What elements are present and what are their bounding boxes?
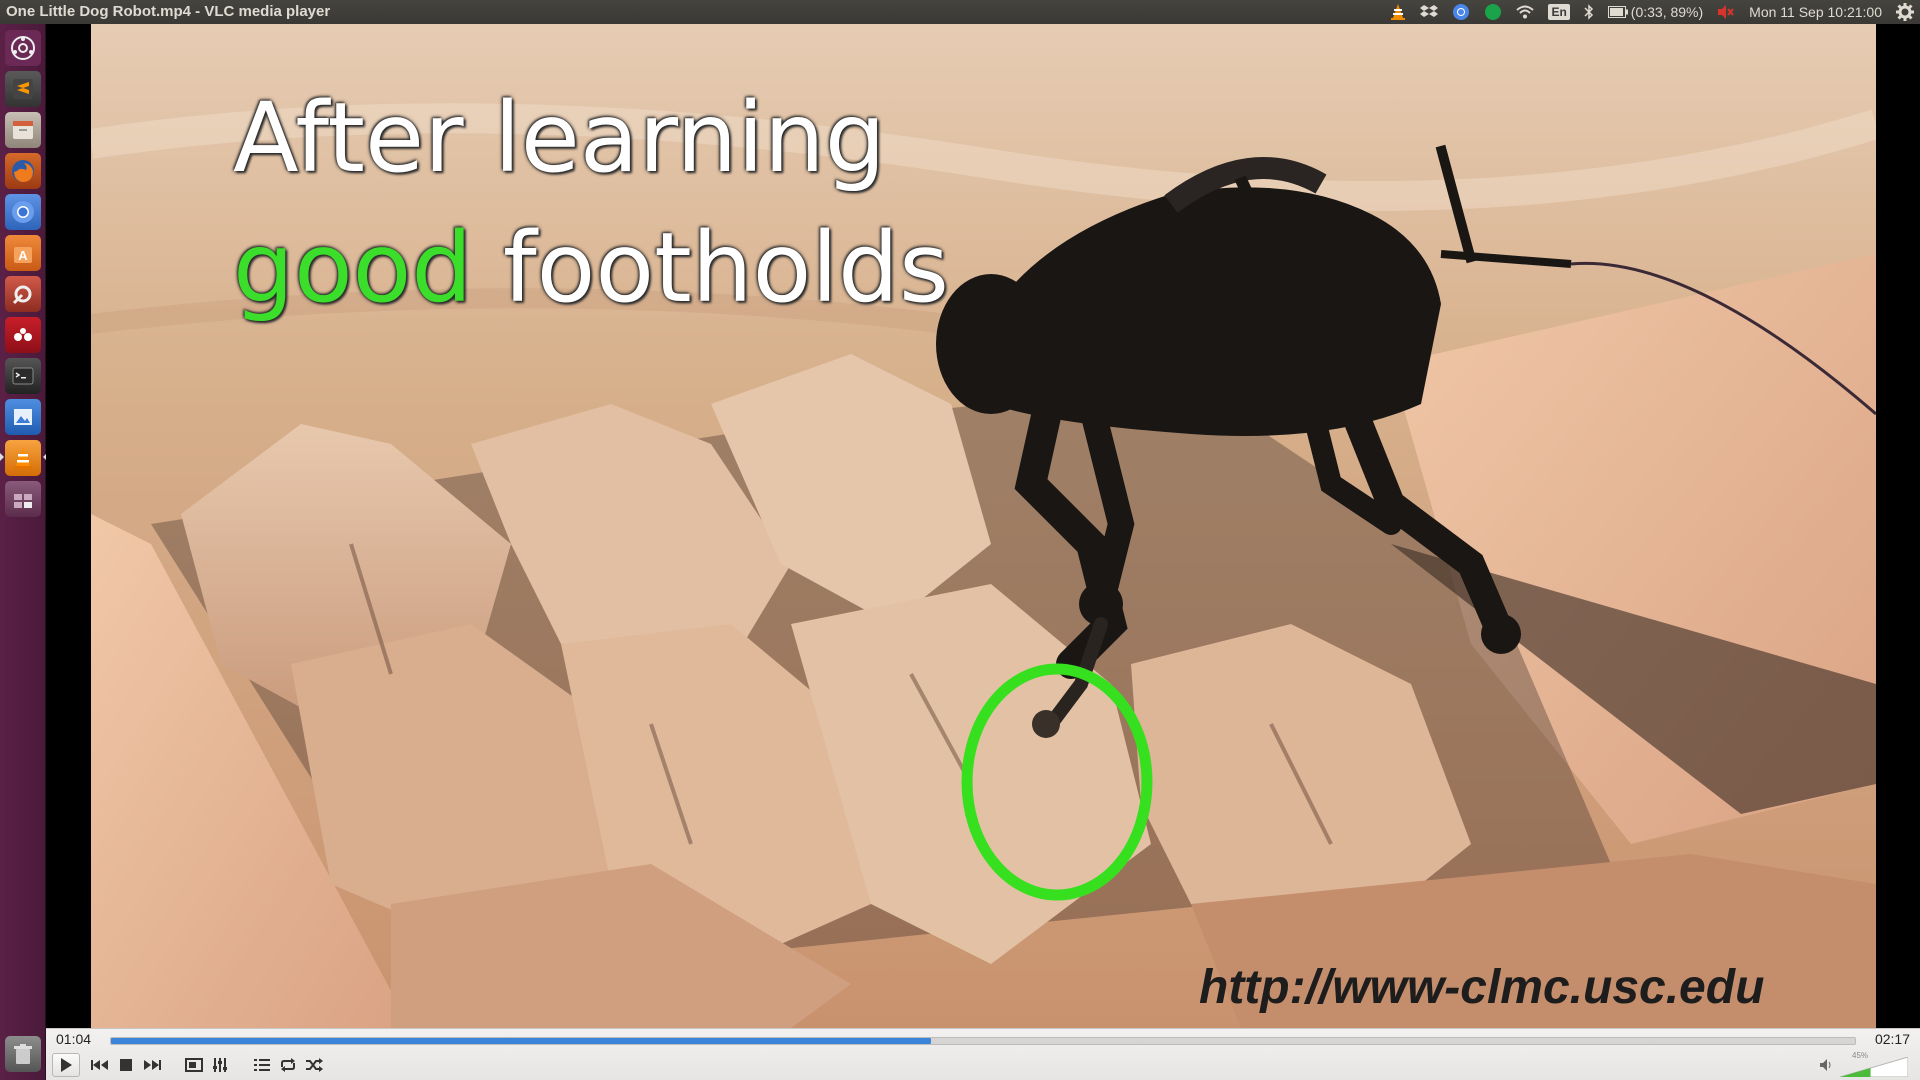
volume-control[interactable]: 45% bbox=[1820, 1051, 1910, 1079]
vlc-icon[interactable] bbox=[5, 440, 41, 476]
time-total[interactable]: 02:17 bbox=[1875, 1031, 1910, 1047]
bluetooth-icon[interactable] bbox=[1584, 0, 1594, 24]
seek-slider[interactable] bbox=[110, 1037, 1856, 1045]
video-surface[interactable]: After learning good footholds http://www… bbox=[46, 24, 1920, 1028]
caption-highlight-word: good bbox=[233, 212, 473, 324]
caption-rest: footholds bbox=[472, 212, 949, 324]
skip-previous-icon bbox=[91, 1060, 108, 1070]
top-panel: One Little Dog Robot.mp4 - VLC media pla… bbox=[0, 0, 1920, 24]
battery-label: (0:33, 89%) bbox=[1630, 4, 1704, 20]
battery-indicator[interactable]: (0:33, 89%) bbox=[1607, 0, 1704, 24]
stop-button[interactable] bbox=[116, 1053, 136, 1077]
previous-button[interactable] bbox=[90, 1053, 110, 1077]
fullscreen-button[interactable] bbox=[184, 1053, 204, 1077]
image-viewer-icon[interactable] bbox=[5, 399, 41, 435]
svg-text:A: A bbox=[18, 248, 28, 263]
terminal-icon[interactable] bbox=[5, 358, 41, 394]
play-icon bbox=[61, 1058, 72, 1072]
file-manager-icon[interactable] bbox=[5, 112, 41, 148]
playlist-button[interactable] bbox=[252, 1053, 272, 1077]
status-dot-icon[interactable] bbox=[1484, 0, 1502, 24]
seek-progress bbox=[111, 1038, 931, 1044]
wifi-icon[interactable] bbox=[1516, 0, 1535, 24]
fullscreen-icon bbox=[185, 1058, 203, 1072]
software-center-icon[interactable]: A bbox=[5, 235, 41, 271]
playlist-icon bbox=[254, 1059, 270, 1071]
extended-settings-button[interactable] bbox=[210, 1053, 230, 1077]
running-app-pip bbox=[0, 453, 4, 461]
equalizer-icon bbox=[213, 1058, 227, 1072]
skip-next-icon bbox=[144, 1060, 161, 1070]
volume-muted-icon[interactable] bbox=[1717, 0, 1735, 24]
loop-icon bbox=[281, 1058, 295, 1072]
dash-home-icon[interactable] bbox=[5, 30, 41, 66]
caption-line-2: good footholds bbox=[233, 220, 949, 316]
chromium-icon[interactable] bbox=[1452, 0, 1470, 24]
volume-slider[interactable] bbox=[1840, 1057, 1908, 1077]
shuffle-button[interactable] bbox=[304, 1053, 324, 1077]
launcher: A bbox=[0, 24, 47, 1080]
window-title: One Little Dog Robot.mp4 - VLC media pla… bbox=[6, 3, 331, 20]
loop-button[interactable] bbox=[278, 1053, 298, 1077]
stop-icon bbox=[120, 1059, 132, 1071]
next-button[interactable] bbox=[142, 1053, 162, 1077]
keyboard-layout-label: En bbox=[1548, 4, 1570, 20]
trash-icon[interactable] bbox=[5, 1036, 41, 1072]
watermark-url: http://www-clmc.usc.edu bbox=[1199, 961, 1765, 1014]
caption-line-1: After learning bbox=[233, 82, 886, 194]
player-controls: 01:04 02:17 45% bbox=[46, 1028, 1920, 1080]
firefox-icon[interactable] bbox=[5, 153, 41, 189]
indicator-area: En (0:33, 89%) Mon 11 Sep 10:21:00 bbox=[1390, 0, 1914, 24]
system-settings-icon[interactable] bbox=[5, 276, 41, 312]
vlc-cone-icon[interactable] bbox=[1390, 0, 1406, 24]
gear-icon[interactable] bbox=[1896, 0, 1914, 24]
play-button[interactable] bbox=[52, 1053, 80, 1077]
sublime-text-icon[interactable] bbox=[5, 71, 41, 107]
mendeley-icon[interactable] bbox=[5, 317, 41, 353]
chromium-icon[interactable] bbox=[5, 194, 41, 230]
dropbox-icon[interactable] bbox=[1420, 0, 1439, 24]
keyboard-layout-icon[interactable]: En bbox=[1548, 0, 1570, 24]
speaker-icon[interactable] bbox=[1820, 1059, 1834, 1071]
battery-icon bbox=[1607, 6, 1628, 18]
shuffle-icon bbox=[306, 1058, 323, 1072]
workspace-switcher-icon[interactable] bbox=[5, 481, 41, 517]
clock-label[interactable]: Mon 11 Sep 10:21:00 bbox=[1749, 0, 1882, 24]
time-elapsed[interactable]: 01:04 bbox=[56, 1031, 91, 1047]
video-frame[interactable]: After learning good footholds http://www… bbox=[91, 24, 1876, 1028]
